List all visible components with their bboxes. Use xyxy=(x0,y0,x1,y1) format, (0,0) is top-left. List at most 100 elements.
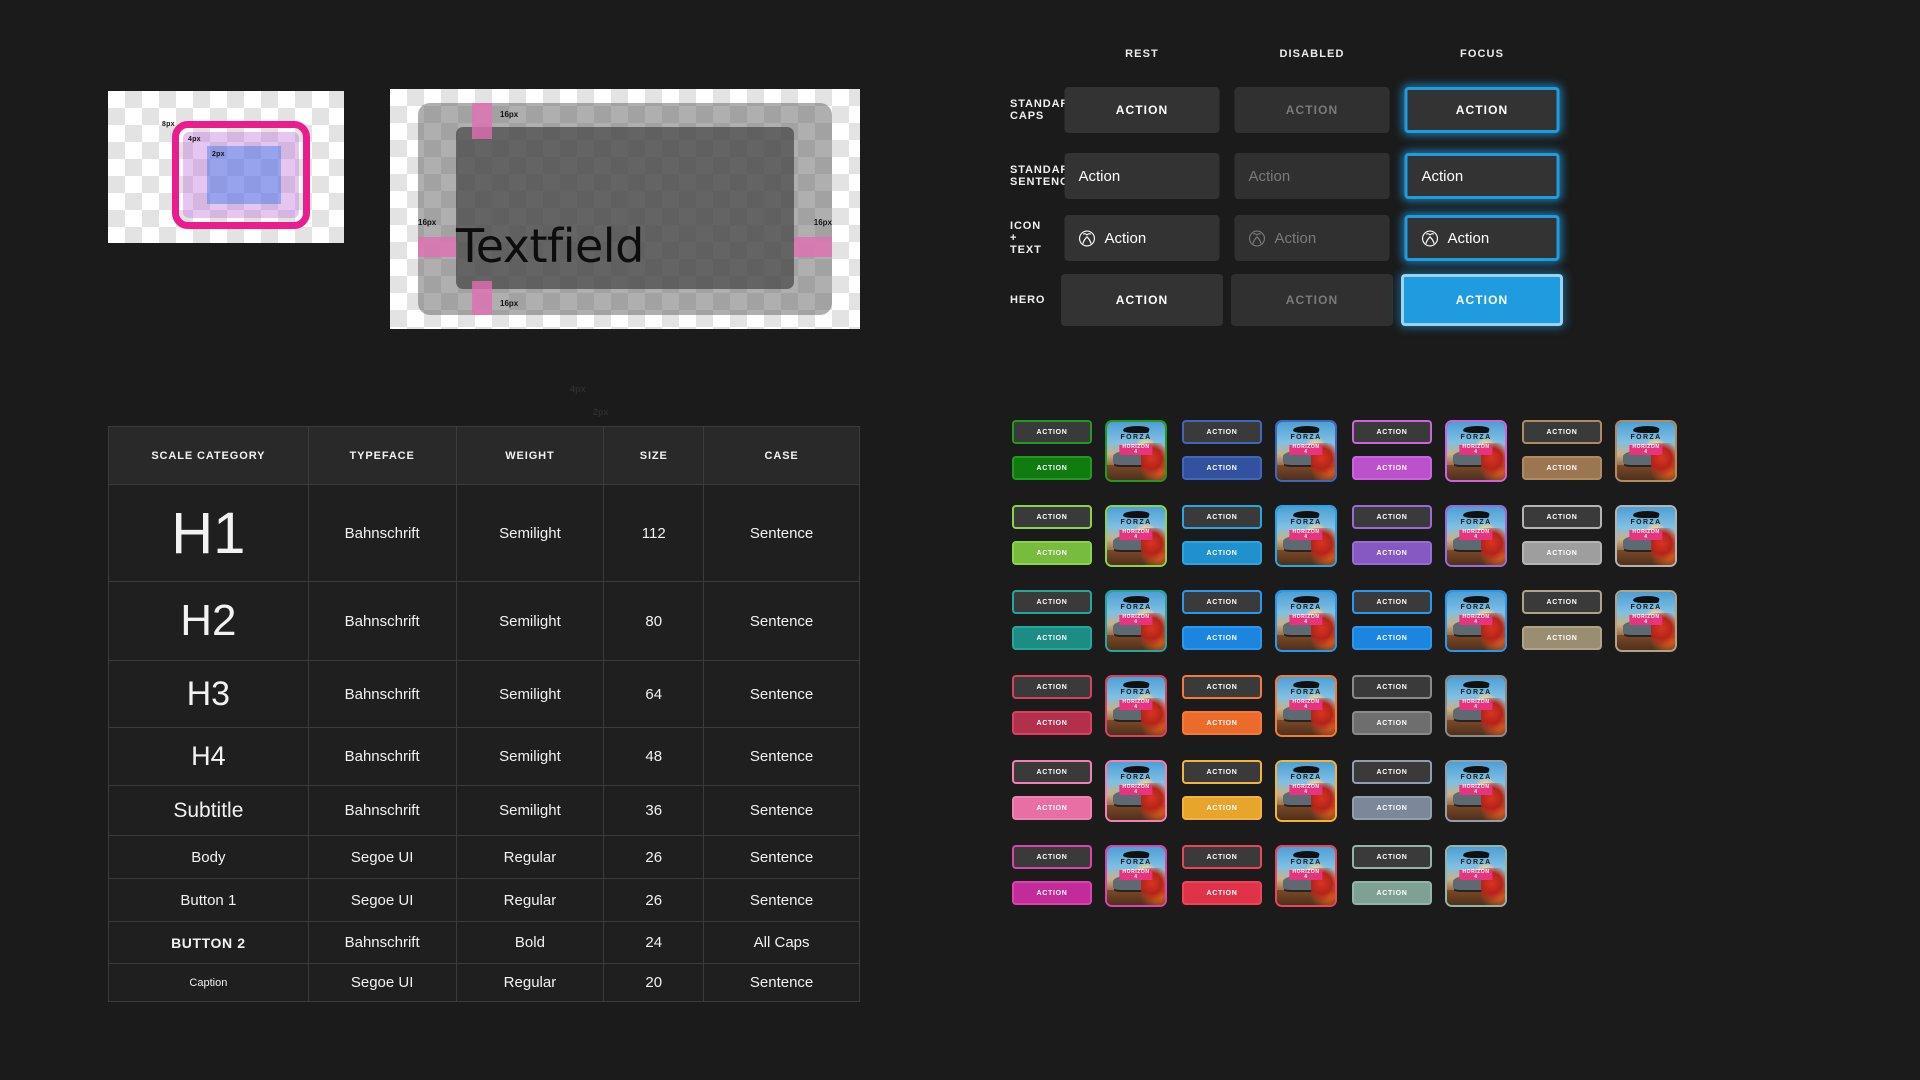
filled-button-grey[interactable]: ACTION xyxy=(1352,711,1432,735)
game-tile[interactable]: FORZA HORIZON 4 xyxy=(1105,590,1167,652)
game-logo: FORZA HORIZON 4 xyxy=(1289,511,1323,542)
outline-button-brown[interactable]: ACTION xyxy=(1522,420,1602,444)
table-header-2: WEIGHT xyxy=(455,426,605,485)
game-tile[interactable]: FORZA HORIZON 4 xyxy=(1445,845,1507,907)
button-hero-focus[interactable]: ACTION xyxy=(1401,274,1563,326)
game-tile[interactable]: FORZA HORIZON 4 xyxy=(1445,760,1507,822)
outline-button-crimson[interactable]: ACTION xyxy=(1012,675,1092,699)
game-tile[interactable]: FORZA HORIZON 4 xyxy=(1275,760,1337,822)
filled-button-crimson[interactable]: ACTION xyxy=(1012,711,1092,735)
filled-button-amber[interactable]: ACTION xyxy=(1182,796,1262,820)
filled-button-navy-blue[interactable]: ACTION xyxy=(1182,456,1262,480)
outline-button-bright-blue[interactable]: ACTION xyxy=(1352,590,1432,614)
swatch-group-violet: ACTION ACTION FORZA HORIZON 4 xyxy=(1352,505,1507,567)
outline-button-violet[interactable]: ACTION xyxy=(1352,505,1432,529)
game-tile[interactable]: FORZA HORIZON 4 xyxy=(1615,590,1677,652)
game-subtitle: HORIZON 4 xyxy=(1119,870,1153,881)
game-tile[interactable]: FORZA HORIZON 4 xyxy=(1445,675,1507,737)
game-tile[interactable]: FORZA HORIZON 4 xyxy=(1105,760,1167,822)
game-tile[interactable]: FORZA HORIZON 4 xyxy=(1275,420,1337,482)
table-row: BUTTON 2 Bahnschrift Bold 24 All Caps xyxy=(108,921,860,964)
game-tile[interactable]: FORZA HORIZON 4 xyxy=(1445,505,1507,567)
outline-button-sky-blue[interactable]: ACTION xyxy=(1182,505,1262,529)
game-logo: FORZA HORIZON 4 xyxy=(1629,596,1663,627)
button-icon-text-focus[interactable]: Action xyxy=(1404,215,1560,261)
swatch-group-orchid: ACTION ACTION FORZA HORIZON 4 xyxy=(1352,420,1507,482)
button-standard-sentence-focus[interactable]: Action xyxy=(1404,153,1560,199)
swatch-group-brown: ACTION ACTION FORZA HORIZON 4 xyxy=(1522,420,1677,482)
filled-button-pink[interactable]: ACTION xyxy=(1012,796,1092,820)
button-icon-text-rest[interactable]: Action xyxy=(1064,215,1220,261)
game-tile[interactable]: FORZA HORIZON 4 xyxy=(1275,845,1337,907)
game-tile[interactable]: FORZA HORIZON 4 xyxy=(1275,590,1337,652)
button-hero-rest[interactable]: ACTION xyxy=(1061,274,1223,326)
filled-button-orchid[interactable]: ACTION xyxy=(1352,456,1432,480)
button-label: Action xyxy=(1248,167,1291,185)
outline-button-magenta[interactable]: ACTION xyxy=(1012,845,1092,869)
game-tile[interactable]: FORZA HORIZON 4 xyxy=(1275,675,1337,737)
button-standard-sentence-rest[interactable]: Action xyxy=(1064,153,1220,199)
game-tile-art: FORZA HORIZON 4 xyxy=(1277,847,1335,905)
swatch-group-bright-blue: ACTION ACTION FORZA HORIZON 4 xyxy=(1352,590,1507,652)
filled-button-taupe[interactable]: ACTION xyxy=(1522,626,1602,650)
filled-button-brown[interactable]: ACTION xyxy=(1522,456,1602,480)
game-tile[interactable]: FORZA HORIZON 4 xyxy=(1105,420,1167,482)
outline-button-slate[interactable]: ACTION xyxy=(1352,760,1432,784)
outline-button-azure[interactable]: ACTION xyxy=(1182,590,1262,614)
button-standard-caps-focus[interactable]: ACTION xyxy=(1404,87,1560,133)
filled-button-orange[interactable]: ACTION xyxy=(1182,711,1262,735)
filled-button-sage[interactable]: ACTION xyxy=(1352,881,1432,905)
filled-button-sky-blue[interactable]: ACTION xyxy=(1182,541,1262,565)
game-tile-art: FORZA HORIZON 4 xyxy=(1447,507,1505,565)
button-spacing-spec: 8px 4px 2px xyxy=(108,91,344,243)
filled-button-bright-blue[interactable]: ACTION xyxy=(1352,626,1432,650)
game-tile[interactable]: FORZA HORIZON 4 xyxy=(1615,505,1677,567)
game-logo: FORZA HORIZON 4 xyxy=(1289,596,1323,627)
game-tile[interactable]: FORZA HORIZON 4 xyxy=(1445,420,1507,482)
outline-button-grey[interactable]: ACTION xyxy=(1352,675,1432,699)
game-tile[interactable]: FORZA HORIZON 4 xyxy=(1275,505,1337,567)
filled-button-slate[interactable]: ACTION xyxy=(1352,796,1432,820)
game-tile-art: FORZA HORIZON 4 xyxy=(1107,762,1165,820)
game-tile[interactable]: FORZA HORIZON 4 xyxy=(1615,420,1677,482)
outline-button-red[interactable]: ACTION xyxy=(1182,845,1262,869)
filled-button-magenta[interactable]: ACTION xyxy=(1012,881,1092,905)
game-title: FORZA xyxy=(1120,434,1152,442)
button-standard-caps-rest[interactable]: ACTION xyxy=(1064,87,1220,133)
case-cell: Sentence xyxy=(703,963,860,1002)
filled-button-red[interactable]: ACTION xyxy=(1182,881,1262,905)
weight-cell: Regular xyxy=(455,835,605,879)
scale-category-cell: H3 xyxy=(108,660,309,728)
outline-button-navy-blue[interactable]: ACTION xyxy=(1182,420,1262,444)
forza-swoosh-icon xyxy=(1631,426,1660,434)
outline-button-light-green[interactable]: ACTION xyxy=(1012,505,1092,529)
outline-button-orange[interactable]: ACTION xyxy=(1182,675,1262,699)
filled-button-light-green[interactable]: ACTION xyxy=(1012,541,1092,565)
game-subtitle: HORIZON 4 xyxy=(1629,615,1663,626)
spec-label-outer: 8px xyxy=(162,121,175,128)
outline-button-orchid[interactable]: ACTION xyxy=(1352,420,1432,444)
forza-swoosh-icon xyxy=(1121,766,1150,774)
outline-button-taupe[interactable]: ACTION xyxy=(1522,590,1602,614)
outline-button-amber[interactable]: ACTION xyxy=(1182,760,1262,784)
filled-button-silver[interactable]: ACTION xyxy=(1522,541,1602,565)
outline-button-pink[interactable]: ACTION xyxy=(1012,760,1092,784)
outline-button-silver[interactable]: ACTION xyxy=(1522,505,1602,529)
filled-button-xbox-green[interactable]: ACTION xyxy=(1012,456,1092,480)
outline-button-xbox-green[interactable]: ACTION xyxy=(1012,420,1092,444)
filled-button-teal[interactable]: ACTION xyxy=(1012,626,1092,650)
game-tile[interactable]: FORZA HORIZON 4 xyxy=(1445,590,1507,652)
outline-button-teal[interactable]: ACTION xyxy=(1012,590,1092,614)
forza-swoosh-icon xyxy=(1631,596,1660,604)
game-logo: FORZA HORIZON 4 xyxy=(1459,851,1493,882)
filled-button-violet[interactable]: ACTION xyxy=(1352,541,1432,565)
game-tile[interactable]: FORZA HORIZON 4 xyxy=(1105,675,1167,737)
filled-button-azure[interactable]: ACTION xyxy=(1182,626,1262,650)
design-system-board: 8px 4px 2px 16px 16px 16px 16px Textfiel… xyxy=(0,0,1920,1080)
game-title: FORZA xyxy=(1120,604,1152,612)
game-tile[interactable]: FORZA HORIZON 4 xyxy=(1105,505,1167,567)
outline-button-sage[interactable]: ACTION xyxy=(1352,845,1432,869)
game-subtitle: HORIZON 4 xyxy=(1459,700,1493,711)
game-tile[interactable]: FORZA HORIZON 4 xyxy=(1105,845,1167,907)
scale-category-cell: BUTTON 2 xyxy=(108,921,309,964)
